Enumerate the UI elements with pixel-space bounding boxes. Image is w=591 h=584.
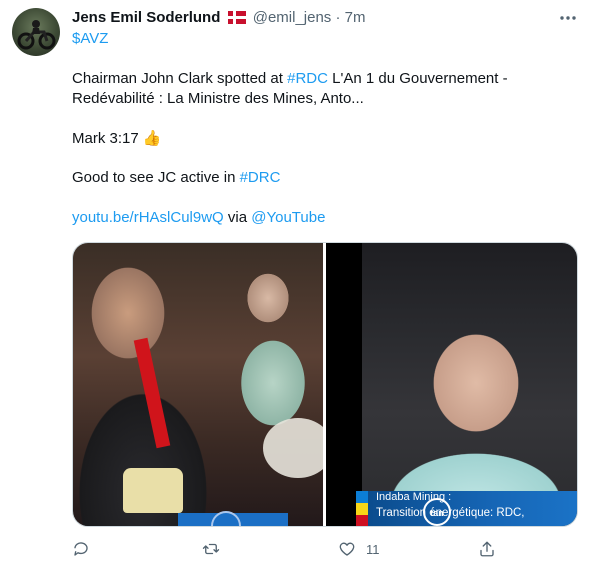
handle[interactable]: @emil_jens xyxy=(253,9,332,26)
video-frame-left xyxy=(73,243,323,526)
text-fragment: L'An 1 du Gouvernement - xyxy=(327,70,508,87)
video-frame-right: tan Indaba Mining : Transition énergétiq… xyxy=(326,243,577,526)
avatar-motorcycle-icon xyxy=(17,20,56,50)
like-button[interactable]: 11 xyxy=(338,538,380,560)
retweet-icon xyxy=(202,543,220,555)
tweet-text-mark: Mark 3:17 👍 xyxy=(72,129,162,149)
tweet-header: Jens Emil Soderlund @emil_jens · 7m xyxy=(72,9,579,29)
heart-icon xyxy=(339,542,355,556)
text-fragment: Chairman John Clark spotted at xyxy=(72,70,288,87)
share-button[interactable] xyxy=(478,538,506,560)
banner-title: Indaba Mining : xyxy=(376,491,452,503)
retweet-button[interactable] xyxy=(202,538,230,560)
bag-shape xyxy=(123,468,183,513)
media-preview[interactable]: tan Indaba Mining : Transition énergétiq… xyxy=(72,242,578,527)
avatar[interactable] xyxy=(12,8,60,56)
banner-subtitle: Transition énergétique: RDC, xyxy=(376,507,525,519)
tweet[interactable]: Jens Emil Soderlund @emil_jens · 7m $AVZ… xyxy=(0,0,591,584)
reply-button[interactable] xyxy=(72,538,100,560)
youtube-mention-link[interactable]: @YouTube xyxy=(251,209,325,226)
tweet-text-youtube: youtu.be/rHAslCul9wQ via @YouTube xyxy=(72,208,325,228)
like-count: 11 xyxy=(366,541,380,557)
display-name[interactable]: Jens Emil Soderlund xyxy=(72,9,220,26)
text-fragment: via xyxy=(223,209,252,226)
text-fragment: Good to see JC active in xyxy=(72,169,240,186)
text-fragment: Mark 3:17 xyxy=(72,130,143,147)
denmark-flag-icon xyxy=(227,11,246,24)
tweet-text-line-2: Redévabilité : La Ministre des Mines, An… xyxy=(72,90,364,107)
tweet-text-jc: Good to see JC active in #DRC xyxy=(72,168,280,188)
timestamp[interactable]: 7m xyxy=(345,9,366,26)
tweet-text-line-1: Chairman John Clark spotted at #RDC L'An… xyxy=(72,69,508,89)
hashtag-rdc-link[interactable]: #RDC xyxy=(287,70,328,87)
thumbs-up-icon: 👍 xyxy=(142,130,162,147)
red-tie-shape xyxy=(133,337,171,449)
tweet-actions: 11 xyxy=(72,538,512,560)
share-icon xyxy=(480,541,494,557)
table-shape xyxy=(263,418,323,478)
separator: · xyxy=(335,9,341,26)
more-icon[interactable] xyxy=(559,9,577,32)
hashtag-drc-link[interactable]: #DRC xyxy=(240,169,281,186)
cashtag-link[interactable]: $AVZ xyxy=(72,30,108,47)
reply-icon xyxy=(74,542,88,556)
youtube-link[interactable]: youtu.be/rHAslCul9wQ xyxy=(72,209,224,226)
black-bar xyxy=(326,243,362,526)
drc-flag-icon xyxy=(356,491,368,526)
